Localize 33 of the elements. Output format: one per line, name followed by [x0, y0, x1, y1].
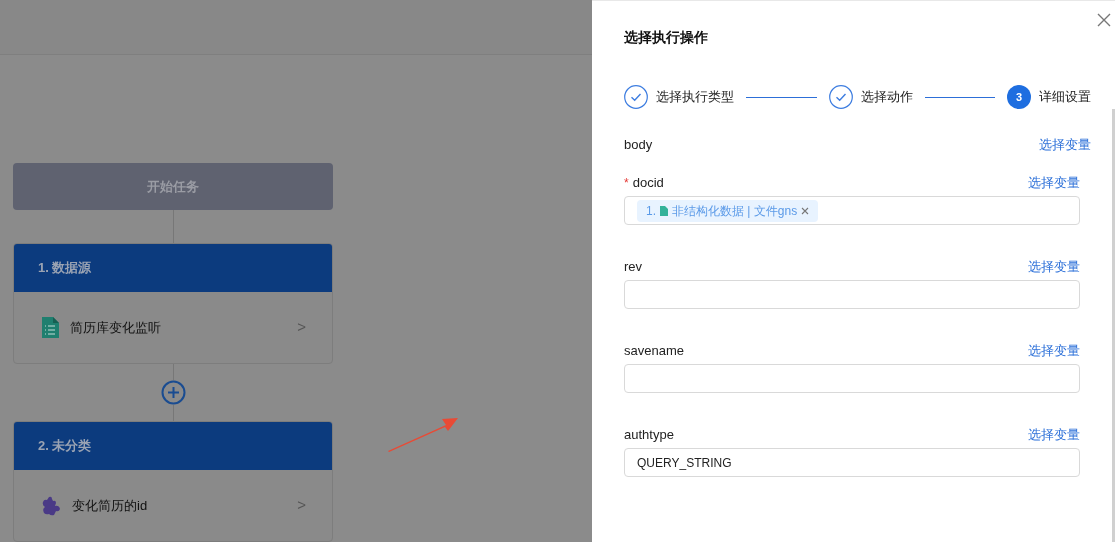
variable-tag[interactable]: 1. 非结构化数据 | 文件gns [637, 199, 819, 222]
required-mark: * [624, 175, 629, 192]
add-icon[interactable] [161, 380, 186, 405]
field-label: rev [624, 258, 644, 277]
card-label: 简历库变化监听 [70, 318, 162, 337]
input-field[interactable] [624, 364, 1080, 393]
puzzle-icon [41, 495, 61, 516]
step-label: 详细设置 [1039, 88, 1091, 107]
select-variable-link[interactable]: 选择变量 [1039, 135, 1091, 155]
remove-icon[interactable] [801, 206, 810, 215]
card-label: 变化简历的id [72, 496, 149, 515]
field-label: docid [632, 174, 665, 193]
select-variable-link[interactable]: 选择变量 [1028, 341, 1080, 361]
step-card[interactable]: 1. 数据源 简历库变化监听 > [13, 243, 333, 364]
step-label: 选择执行类型 [656, 88, 734, 107]
select-variable-link[interactable]: 选择变量 [1028, 257, 1080, 277]
step-label: 选择动作 [860, 88, 913, 107]
select-variable-link[interactable]: 选择变量 [1028, 173, 1080, 193]
card-title: 1. 数据源 [38, 259, 92, 278]
field-label: savename [624, 342, 685, 361]
drawer-title: 选择执行操作 [624, 28, 709, 47]
close-icon[interactable] [1097, 13, 1111, 27]
spreadsheet-icon [41, 316, 59, 339]
step-number: 3 [1007, 85, 1031, 109]
input-field[interactable]: 1. 非结构化数据 | 文件gns [624, 196, 1080, 225]
field-label: authtype [624, 426, 675, 445]
input-field[interactable] [624, 280, 1080, 309]
card-title: 2. 未分类 [38, 437, 92, 456]
file-icon [660, 205, 668, 216]
step-card[interactable]: 2. 未分类 变化简历的id > [13, 421, 333, 542]
select-variable-link[interactable]: 选择变量 [1028, 425, 1080, 445]
field-label: body [624, 136, 654, 155]
input-field[interactable]: QUERY_STRING [624, 448, 1080, 477]
